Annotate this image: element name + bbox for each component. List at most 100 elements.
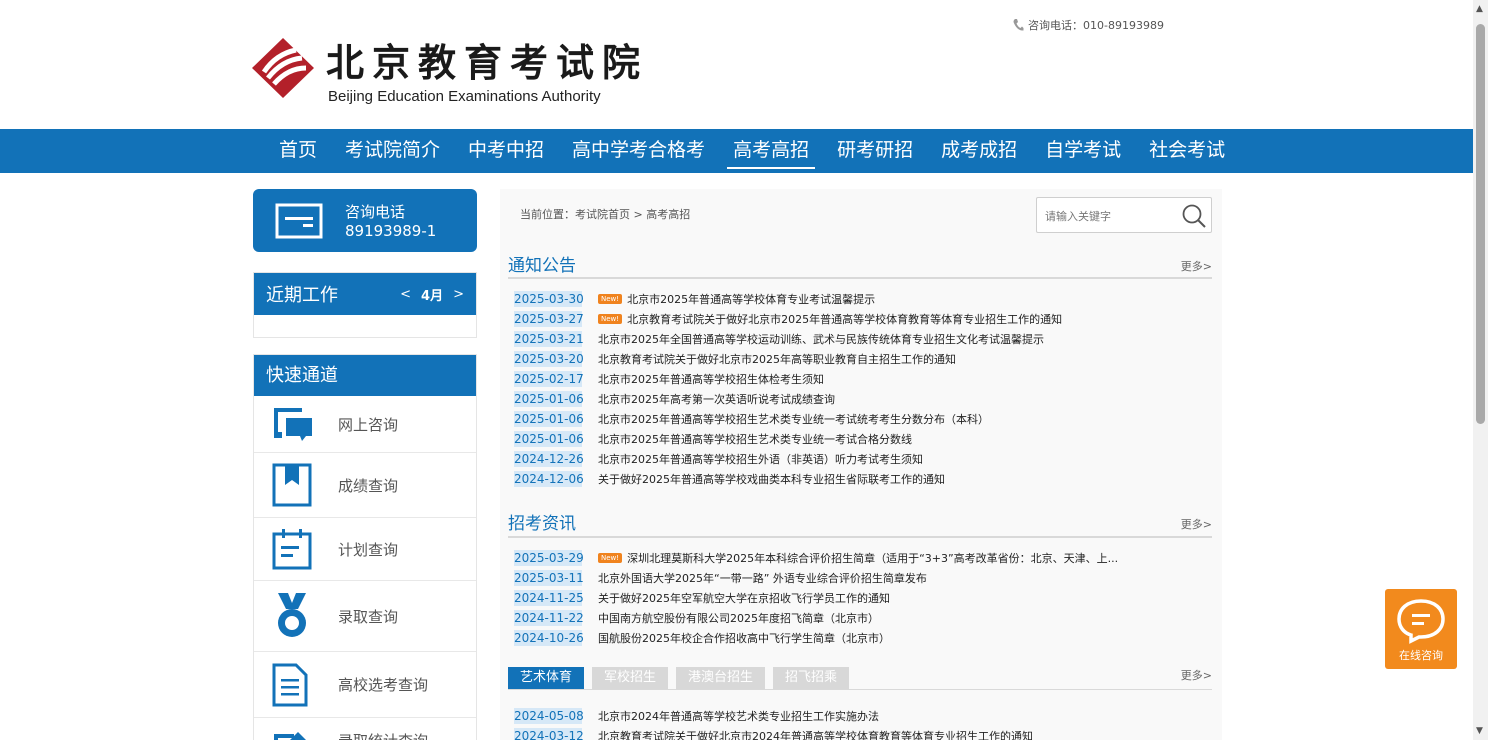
- admission-more-link[interactable]: 更多>: [1181, 516, 1212, 532]
- nav-list: 首页 考试院简介 中考中招 高中学考合格考 高考高招 研考研招 成考成招 自学考试 社会考试: [265, 129, 1239, 173]
- nav-item[interactable]: 社会考试: [1135, 129, 1239, 173]
- nav-item[interactable]: 中考中招: [454, 129, 558, 173]
- quick-access-title: 快速通道: [254, 355, 476, 396]
- news-date: 2025-01-06: [514, 431, 584, 447]
- category-tab[interactable]: 招飞招乘: [773, 667, 850, 689]
- search-input[interactable]: [1045, 206, 1175, 226]
- notices-more-link[interactable]: 更多>: [1181, 258, 1212, 274]
- online-consult-label: 在线咨询: [1399, 649, 1443, 662]
- category-tab[interactable]: 军校招生: [592, 667, 669, 689]
- news-date: 2025-03-21: [514, 331, 584, 347]
- chat-bubble-icon: [274, 408, 312, 441]
- page-scrollbar[interactable]: ▲ ▼: [1473, 0, 1488, 740]
- quick-item-label: 高校选考查询: [338, 676, 429, 694]
- nav-item[interactable]: 自学考试: [1031, 129, 1135, 173]
- news-row[interactable]: 2025-03-30 New! 北京市2025年普通高等学校体育专业考试温馨提示: [514, 289, 1214, 309]
- quick-item-plan-query[interactable]: 计划查询: [254, 518, 476, 581]
- news-row[interactable]: 2024-11-22 中国南方航空股份有限公司2025年度招飞简章（北京市）: [514, 608, 1214, 628]
- category-tab[interactable]: 艺术体育: [508, 667, 585, 689]
- news-title-link[interactable]: 中国南方航空股份有限公司2025年度招飞简章（北京市）: [598, 610, 879, 626]
- recent-work-panel: 近期工作 < 4月 >: [253, 272, 477, 338]
- medal-icon: [278, 593, 306, 637]
- quick-item-score-query[interactable]: 成绩查询: [254, 453, 476, 518]
- news-row[interactable]: 2024-10-26 国航股份2025年校企合作招收高中飞行学生简章（北京市）: [514, 628, 1214, 648]
- news-title-link[interactable]: 北京市2025年高考第一次英语听说考试成绩查询: [598, 391, 835, 407]
- nav-item[interactable]: 高考高招: [719, 129, 823, 173]
- new-badge: New!: [598, 553, 623, 563]
- scrollbar-thumb[interactable]: [1476, 24, 1485, 424]
- news-row[interactable]: 2025-03-27 New! 北京教育考试院关于做好北京市2025年普通高等学校体…: [514, 309, 1214, 329]
- news-title-link[interactable]: 关于做好2025年普通高等学校戏曲类本科专业招生省际联考工作的通知: [598, 471, 945, 487]
- scroll-down-arrow-icon[interactable]: ▼: [1476, 726, 1483, 736]
- category-tabs: 艺术体育 军校招生 港澳台招生 招飞招乘: [508, 667, 850, 689]
- tabs-more-link[interactable]: 更多>: [1181, 667, 1212, 683]
- news-date: 2025-03-29: [514, 550, 584, 566]
- recent-work-title: 近期工作: [266, 285, 338, 306]
- news-title-link[interactable]: 关于做好2025年空军航空大学在京招收飞行学员工作的通知: [598, 590, 890, 606]
- news-row[interactable]: 2025-03-21 北京市2025年全国普通高等学校运动训练、武术与民族传统体育…: [514, 329, 1214, 349]
- news-date: 2024-10-26: [514, 630, 584, 646]
- tab-news-list: 2024-05-08 北京市2024年普通高等学校艺术类专业招生工作实施办法 202…: [514, 706, 1214, 740]
- news-row[interactable]: 2025-03-20 北京教育考试院关于做好北京市2025年高等职业教育自主招生工…: [514, 349, 1214, 369]
- quick-item-college-subject-query[interactable]: 高校选考查询: [254, 652, 476, 718]
- news-date: 2024-12-26: [514, 451, 584, 467]
- tabs-divider: [508, 689, 1212, 690]
- news-title-link[interactable]: 深圳北理莫斯科大学2025年本科综合评价招生简章（适用于“3+3”高考改革省份：…: [627, 550, 1118, 566]
- nav-item[interactable]: 高中学考合格考: [558, 129, 719, 173]
- site-logo[interactable]: 北京教育考试院 Beijing Education Examinations A…: [250, 32, 650, 112]
- quick-item-label: 录取查询: [338, 607, 399, 626]
- news-title-link[interactable]: 北京市2025年全国普通高等学校运动训练、武术与民族传统体育专业招生文化考试温馨…: [598, 331, 1044, 347]
- news-title-link[interactable]: 北京教育考试院关于做好北京市2025年普通高等学校体育教育等体育专业招生工作的通…: [627, 311, 1062, 327]
- news-title-link[interactable]: 北京市2025年普通高等学校招生艺术类专业统一考试统考考生分数分布（本科）: [598, 411, 989, 427]
- quick-item-admission-stats-query[interactable]: 录取统计查询: [254, 718, 476, 740]
- news-date: 2024-03-12: [514, 728, 584, 740]
- news-date: 2024-05-08: [514, 708, 584, 724]
- id-card-icon: [275, 203, 323, 239]
- search-icon[interactable]: [1181, 203, 1207, 229]
- news-row[interactable]: 2025-01-06 北京市2025年普通高等学校招生艺术类专业统一考试合格分数线: [514, 429, 1214, 449]
- news-row[interactable]: 2025-03-29 New! 深圳北理莫斯科大学2025年本科综合评价招生简章（适…: [514, 548, 1214, 568]
- news-date: 2025-03-20: [514, 351, 584, 367]
- news-row[interactable]: 2025-03-11 北京外国语大学2025年“一带一路” 外语专业综合评价招生简…: [514, 568, 1214, 588]
- news-date: 2024-11-25: [514, 590, 584, 606]
- news-row[interactable]: 2024-12-06 关于做好2025年普通高等学校戏曲类本科专业招生省际联考工作…: [514, 469, 1214, 489]
- phone-icon: [1013, 19, 1024, 31]
- news-title-link[interactable]: 国航股份2025年校企合作招收高中飞行学生简章（北京市）: [598, 630, 890, 646]
- nav-item[interactable]: 成考成招: [927, 129, 1031, 173]
- document-icon: [272, 663, 308, 707]
- news-row[interactable]: 2024-03-12 北京教育考试院关于做好北京市2024年普通高等学校体育教育等…: [514, 726, 1214, 740]
- news-row[interactable]: 2025-02-17 北京市2025年普通高等学校招生体检考生须知: [514, 369, 1214, 389]
- nav-item[interactable]: 考试院简介: [331, 129, 454, 173]
- category-tab[interactable]: 港澳台招生: [676, 667, 766, 689]
- nav-item[interactable]: 研考研招: [823, 129, 927, 173]
- news-title-link[interactable]: 北京教育考试院关于做好北京市2025年高等职业教育自主招生工作的通知: [598, 351, 956, 367]
- nav-item[interactable]: 首页: [265, 129, 331, 173]
- news-row[interactable]: 2025-01-06 北京市2025年普通高等学校招生艺术类专业统一考试统考考生分…: [514, 409, 1214, 429]
- chat-bubble-icon: [1397, 599, 1445, 644]
- month-next-button[interactable]: >: [453, 287, 464, 302]
- main-nav: 首页 考试院简介 中考中招 高中学考合格考 高考高招 研考研招 成考成招 自学考试 社会考试: [0, 129, 1473, 173]
- news-title-link[interactable]: 北京市2025年普通高等学校体育专业考试温馨提示: [627, 291, 875, 307]
- news-title-link[interactable]: 北京外国语大学2025年“一带一路” 外语专业综合评价招生简章发布: [598, 570, 927, 586]
- search-box: [1036, 197, 1212, 233]
- quick-item-online-consult[interactable]: 网上咨询: [254, 396, 476, 453]
- quick-item-admission-query[interactable]: 录取查询: [254, 581, 476, 652]
- month-prev-button[interactable]: <: [400, 287, 411, 302]
- news-row[interactable]: 2024-11-25 关于做好2025年空军航空大学在京招收飞行学员工作的通知: [514, 588, 1214, 608]
- quick-item-label: 成绩查询: [338, 476, 399, 495]
- news-title-link[interactable]: 北京市2025年普通高等学校招生外语（非英语）听力考试考生须知: [598, 451, 923, 467]
- scroll-up-arrow-icon[interactable]: ▲: [1476, 4, 1483, 14]
- notices-divider: [508, 277, 1212, 279]
- recent-work-header: 近期工作 < 4月 >: [254, 273, 476, 315]
- news-row[interactable]: 2024-12-26 北京市2025年普通高等学校招生外语（非英语）听力考试考生须…: [514, 449, 1214, 469]
- news-title-link[interactable]: 北京教育考试院关于做好北京市2024年普通高等学校体育教育等体育专业招生工作的通…: [598, 728, 1033, 740]
- sidebar-phone-card[interactable]: 咨询电话 89193989-1: [253, 189, 477, 252]
- news-row[interactable]: 2024-05-08 北京市2024年普通高等学校艺术类专业招生工作实施办法: [514, 706, 1214, 726]
- online-consult-button[interactable]: 在线咨询: [1385, 589, 1457, 669]
- news-row[interactable]: 2025-01-06 北京市2025年高考第一次英语听说考试成绩查询: [514, 389, 1214, 409]
- edit-form-icon: [274, 732, 306, 740]
- notices-list: 2025-03-30 New! 北京市2025年普通高等学校体育专业考试温馨提示 20…: [514, 289, 1214, 489]
- news-title-link[interactable]: 北京市2025年普通高等学校招生艺术类专业统一考试合格分数线: [598, 431, 912, 447]
- news-title-link[interactable]: 北京市2025年普通高等学校招生体检考生须知: [598, 371, 824, 387]
- news-title-link[interactable]: 北京市2024年普通高等学校艺术类专业招生工作实施办法: [598, 708, 879, 724]
